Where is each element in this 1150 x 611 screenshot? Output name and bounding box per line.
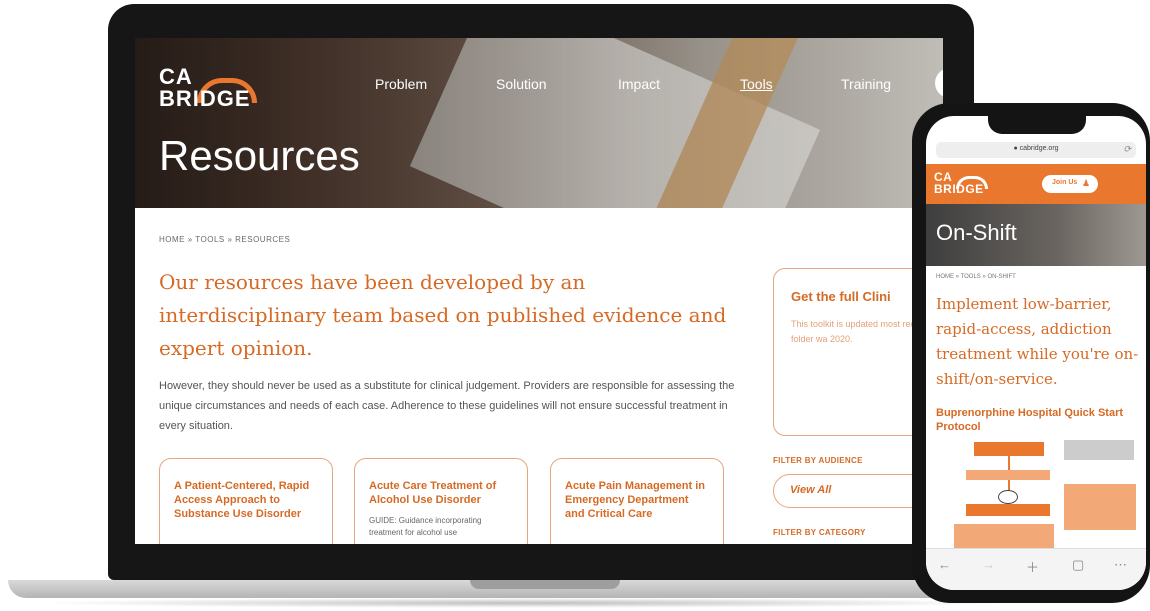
filter-category-label: FILTER BY CATEGORY xyxy=(773,528,866,537)
filter-audience-value: View All xyxy=(790,484,832,496)
flowchart-node xyxy=(974,442,1044,456)
flowchart-note xyxy=(1064,484,1136,530)
address-bar-url: ● cabridge.org xyxy=(1013,145,1059,152)
resource-card-title: Acute Pain Management in Emergency Depar… xyxy=(565,480,705,520)
flowchart-connector xyxy=(1008,456,1010,470)
logo-line2: BRIDGE xyxy=(934,182,984,196)
resource-card-title: Acute Care Treatment of Alcohol Use Diso… xyxy=(369,480,497,506)
reload-icon[interactable]: ⟳ xyxy=(1123,144,1131,155)
flowchart-connector xyxy=(1008,480,1010,490)
protocol-flowchart xyxy=(936,438,1141,550)
phone-header: CA BRIDGE Join Us ♟ xyxy=(926,164,1146,204)
breadcrumb[interactable]: HOME » TOOLS » RESOURCES xyxy=(159,235,290,244)
address-bar[interactable]: ● cabridge.org ⟳ xyxy=(936,142,1136,158)
nav-solution[interactable]: Solution xyxy=(496,76,547,92)
ca-bridge-logo[interactable]: CA BRIDGE xyxy=(934,170,994,200)
join-us-label: Join Us xyxy=(1052,179,1078,186)
flowchart-node xyxy=(966,470,1050,480)
phone-page-title: On-Shift xyxy=(936,220,1017,245)
tabs-icon[interactable]: ▢ xyxy=(1072,557,1084,573)
laptop-shadow xyxy=(30,598,1020,608)
resource-card-title: A Patient-Centered, Rapid Access Approac… xyxy=(174,480,310,520)
toolkit-card-title: Get the full Clini xyxy=(791,289,891,304)
nav-tools[interactable]: Tools xyxy=(740,76,773,92)
nav-problem[interactable]: Problem xyxy=(375,76,427,92)
flowchart-note xyxy=(1064,440,1134,460)
nav-impact[interactable]: Impact xyxy=(618,76,660,92)
flowchart-step-marker xyxy=(998,490,1018,504)
phone-hero: On-Shift xyxy=(926,204,1146,266)
more-icon[interactable]: ⋯ xyxy=(1114,557,1127,573)
resource-card[interactable]: A Patient-Centered, Rapid Access Approac… xyxy=(159,458,333,544)
intro-body: However, they should never be used as a … xyxy=(159,380,735,432)
person-add-icon: ♟ xyxy=(1082,178,1091,188)
phone-heading: Implement low-barrier, rapid-access, add… xyxy=(936,295,1139,388)
forward-icon[interactable]: → xyxy=(982,557,995,572)
resource-card-desc: GUIDE: Guidance incorporating treatment … xyxy=(369,516,482,537)
flowchart-node xyxy=(966,504,1050,516)
logo-line2: BRIDGE xyxy=(159,86,251,111)
join-us-button[interactable]: Join Us ♟ xyxy=(1042,175,1098,193)
phone-breadcrumb[interactable]: HOME » TOOLS » ON-SHIFT xyxy=(936,274,1016,280)
page-title: Resources xyxy=(159,132,360,179)
resource-card[interactable]: Acute Pain Management in Emergency Depar… xyxy=(550,458,724,544)
resource-card[interactable]: Acute Care Treatment of Alcohol Use Diso… xyxy=(354,458,528,544)
phone-screen: ● cabridge.org ⟳ CA BRIDGE Join Us ♟ On-… xyxy=(926,116,1146,590)
protocol-title[interactable]: Buprenorphine Hospital Quick Start Proto… xyxy=(936,406,1141,434)
filter-audience-label: FILTER BY AUDIENCE xyxy=(773,456,863,465)
browser-toolbar: ← → ＋ ▢ ⋯ xyxy=(926,548,1146,590)
back-icon[interactable]: ← xyxy=(938,557,951,572)
add-icon[interactable]: ＋ xyxy=(1026,557,1039,576)
laptop-screen: CA BRIDGE Problem Solution Impact Tools … xyxy=(135,38,943,544)
flowchart-node xyxy=(954,524,1054,548)
intro-heading: Our resources have been developed by an … xyxy=(159,270,727,360)
ca-bridge-logo[interactable]: CA BRIDGE xyxy=(159,64,269,114)
laptop-hinge-notch xyxy=(470,580,620,589)
phone-notch xyxy=(988,116,1086,134)
nav-training[interactable]: Training xyxy=(841,76,891,92)
hero-banner: CA BRIDGE Problem Solution Impact Tools … xyxy=(135,38,943,208)
